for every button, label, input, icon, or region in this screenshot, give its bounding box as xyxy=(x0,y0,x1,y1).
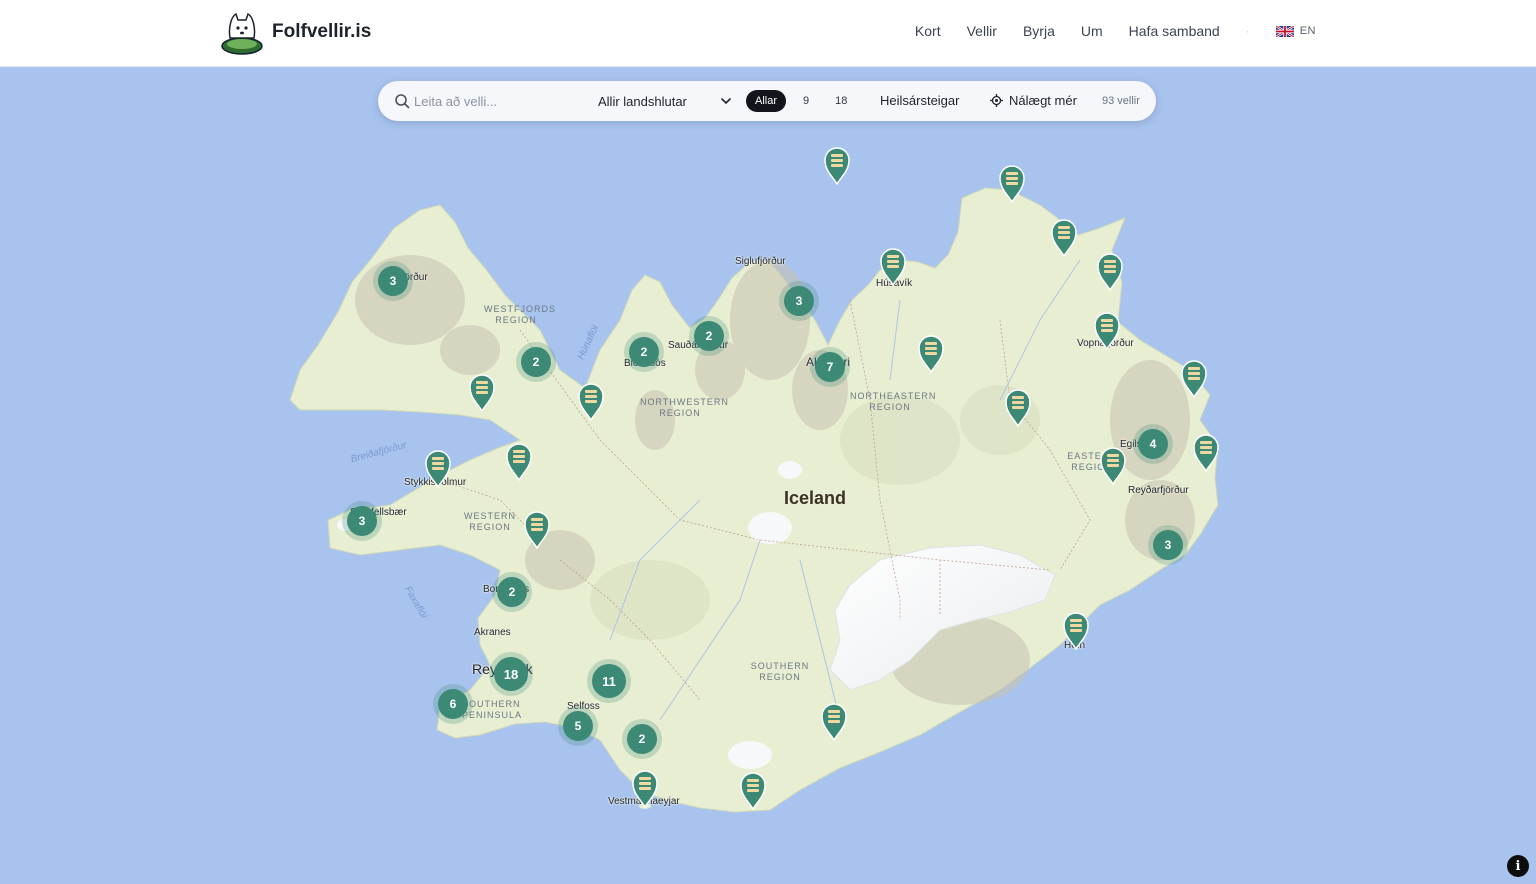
course-marker[interactable] xyxy=(880,248,906,286)
year-round-toggle[interactable]: Heilsársteigar xyxy=(880,93,959,108)
map-canvas[interactable]: Húnaflói Breiðafjörður Faxaflói Westfjor… xyxy=(0,67,1536,884)
course-marker[interactable] xyxy=(1063,612,1089,650)
holes-segmented-control: Allar 9 18 xyxy=(746,90,856,112)
region-select[interactable]: Allir landshlutar xyxy=(598,90,732,112)
location-target-icon xyxy=(990,94,1003,107)
cluster-marker[interactable]: 3 xyxy=(378,266,408,296)
nav-separator: · xyxy=(1245,24,1250,38)
region-label-northwestern: Northwestern Region xyxy=(640,397,729,418)
course-marker[interactable] xyxy=(1181,360,1207,398)
region-label-westfjords: Westfjords Region xyxy=(484,304,556,325)
cluster-marker[interactable]: 18 xyxy=(494,657,528,691)
place-akranes: Akranes xyxy=(474,627,511,638)
cluster-marker[interactable]: 11 xyxy=(592,664,626,698)
region-select-value: Allir landshlutar xyxy=(598,93,687,109)
segment-allar[interactable]: Allar xyxy=(746,90,787,112)
segment-18[interactable]: 18 xyxy=(826,90,856,112)
place-siglufjordur: Siglufjörður xyxy=(735,256,786,267)
course-marker[interactable] xyxy=(824,147,850,185)
cluster-marker[interactable]: 2 xyxy=(497,577,527,607)
brand-link[interactable]: Folfvellir.is xyxy=(220,8,371,56)
uk-flag-icon xyxy=(1275,25,1294,37)
course-marker[interactable] xyxy=(425,450,451,488)
cluster-marker[interactable]: 4 xyxy=(1138,429,1168,459)
nav-hafa-samband[interactable]: Hafa samband xyxy=(1129,23,1220,39)
course-marker[interactable] xyxy=(1051,219,1077,257)
brand-name: Folfvellir.is xyxy=(272,21,372,42)
course-count: 93 vellir xyxy=(1102,95,1140,107)
course-marker[interactable] xyxy=(578,383,604,421)
place-selfoss: Selfoss xyxy=(567,701,600,712)
chevron-down-icon xyxy=(721,98,731,105)
cluster-marker[interactable]: 7 xyxy=(815,352,845,382)
cluster-marker[interactable]: 3 xyxy=(1153,530,1183,560)
cluster-marker[interactable]: 5 xyxy=(563,711,593,741)
place-reydarfjordur: Reyðarfjörður xyxy=(1128,485,1189,496)
nav-kort[interactable]: Kort xyxy=(915,23,941,39)
course-marker[interactable] xyxy=(1097,253,1123,291)
segment-9[interactable]: 9 xyxy=(794,90,818,112)
hofsjokull-glacier xyxy=(778,461,802,479)
iceland-map-base xyxy=(289,174,1219,813)
course-marker[interactable] xyxy=(632,770,658,808)
cluster-marker[interactable]: 2 xyxy=(694,321,724,351)
region-label-western: Western Region xyxy=(464,511,516,532)
course-marker[interactable] xyxy=(1100,447,1126,485)
map-attribution-info-button[interactable]: i xyxy=(1507,855,1529,877)
language-switch[interactable]: EN xyxy=(1275,25,1316,37)
region-label-southern: Southern Region xyxy=(750,661,810,682)
course-marker[interactable] xyxy=(506,443,532,481)
course-marker[interactable] xyxy=(469,374,495,412)
main-nav: Kort Vellir Byrja Um Hafa samband · EN xyxy=(915,0,1316,62)
cluster-marker[interactable]: 2 xyxy=(521,347,551,377)
cluster-marker[interactable]: 3 xyxy=(347,506,377,536)
region-label-southern-peninsula: Southern Peninsula xyxy=(462,699,523,720)
near-me-button[interactable]: Nálægt mér xyxy=(990,93,1077,108)
nav-um[interactable]: Um xyxy=(1081,23,1103,39)
course-marker[interactable] xyxy=(999,165,1025,203)
site-header: Folfvellir.is Kort Vellir Byrja Um Hafa … xyxy=(0,0,1536,67)
cluster-marker[interactable]: 6 xyxy=(438,689,468,719)
nav-byrja[interactable]: Byrja xyxy=(1023,23,1055,39)
course-marker[interactable] xyxy=(1193,434,1219,472)
dog-frisbee-logo-icon xyxy=(221,12,263,55)
myrdalsjokull-glacier xyxy=(728,741,772,769)
course-search-input[interactable] xyxy=(414,89,584,113)
cluster-marker[interactable]: 2 xyxy=(629,337,659,367)
course-marker[interactable] xyxy=(524,511,550,549)
course-marker[interactable] xyxy=(821,703,847,741)
language-code: EN xyxy=(1299,25,1316,37)
nav-vellir[interactable]: Vellir xyxy=(967,23,997,39)
region-label-northeastern: Northeastern Region xyxy=(850,391,937,412)
langjokull-glacier xyxy=(748,512,792,544)
cluster-marker[interactable]: 2 xyxy=(627,724,657,754)
course-marker[interactable] xyxy=(1094,312,1120,350)
cluster-marker[interactable]: 3 xyxy=(784,286,814,316)
course-marker[interactable] xyxy=(918,335,944,373)
country-label: Iceland xyxy=(784,488,847,508)
near-me-label: Nálægt mér xyxy=(1009,93,1077,108)
course-marker[interactable] xyxy=(1005,389,1031,427)
filter-bar: Allir landshlutar Allar 9 18 Heilsárstei… xyxy=(378,81,1156,121)
course-marker[interactable] xyxy=(740,772,766,810)
search-icon xyxy=(395,94,410,109)
